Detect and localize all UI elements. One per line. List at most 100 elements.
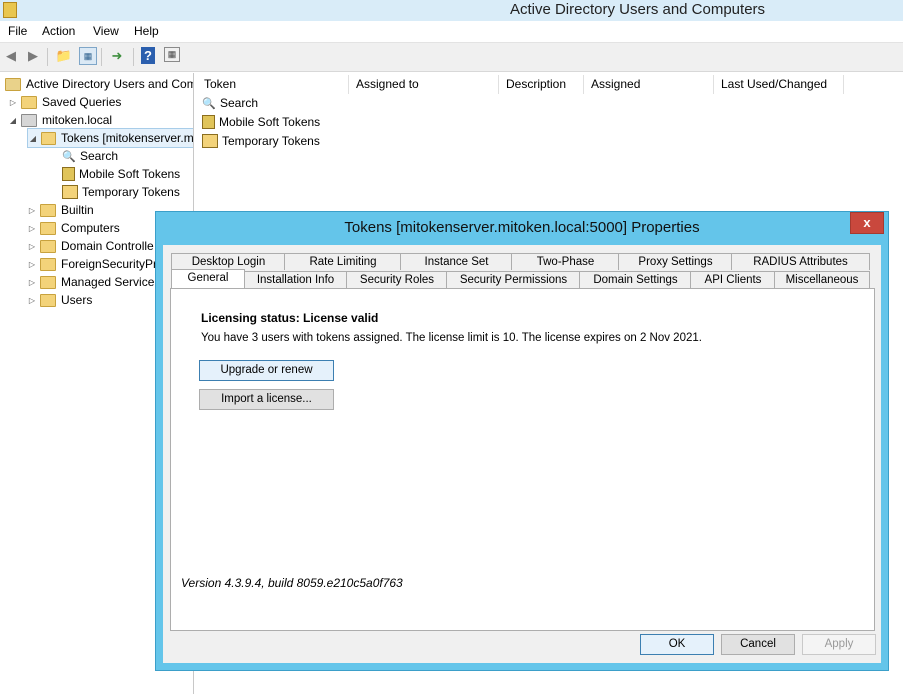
expand-arrow-icon[interactable]: ▷ — [27, 278, 37, 287]
export-list-icon[interactable]: ➜ — [108, 47, 126, 65]
tree-root-label: Active Directory Users and Com — [26, 77, 194, 91]
tab-general[interactable]: General — [171, 269, 245, 288]
help-icon[interactable]: ? — [141, 47, 155, 64]
tab-domain-settings[interactable]: Domain Settings — [579, 271, 692, 288]
title-bar: Active Directory Users and Computers — [0, 0, 903, 21]
mobile-token-icon — [202, 115, 215, 129]
menu-action[interactable]: Action — [42, 24, 75, 38]
tree-item-label: Search — [80, 149, 119, 163]
ok-button[interactable]: OK — [640, 634, 714, 655]
toolbar-separator — [47, 48, 48, 66]
upgrade-button[interactable]: Upgrade or renew — [199, 360, 334, 381]
tab-installation-info[interactable]: Installation Info — [243, 271, 348, 288]
tokens-folder-icon — [41, 131, 56, 145]
folder-icon — [21, 95, 37, 109]
search-icon: 🔍 — [202, 97, 216, 110]
dialog-title: Tokens [mitokenserver.mitoken.local:5000… — [344, 219, 700, 236]
tree-item-label: mitoken.local — [42, 113, 113, 127]
tree-item-label: Mobile Soft Tokens — [79, 167, 181, 181]
list-item-label: Search — [220, 96, 259, 110]
tab-radius-attributes[interactable]: RADIUS Attributes — [731, 253, 870, 270]
up-folder-icon[interactable]: 📁 — [55, 47, 73, 65]
tab-rate-limiting[interactable]: Rate Limiting — [284, 253, 402, 270]
tree-item-label: Saved Queries — [42, 95, 122, 109]
tree-item-foreign-security[interactable]: ▷ ForeignSecurityPr — [27, 255, 157, 273]
column-header-token[interactable]: Token — [196, 75, 349, 94]
folder-icon — [40, 203, 56, 217]
menu-help[interactable]: Help — [134, 24, 159, 38]
temporary-token-icon — [202, 134, 218, 148]
toolbar-separator — [101, 48, 102, 66]
folder-icon — [40, 221, 56, 235]
version-text: Version 4.3.9.4, build 8059.e210c5a0f763 — [181, 576, 403, 590]
collapse-arrow-icon[interactable]: ◢ — [28, 134, 38, 143]
adusers-icon — [5, 77, 21, 91]
properties-dialog: Tokens [mitokenserver.mitoken.local:5000… — [155, 211, 889, 671]
import-license-button[interactable]: Import a license... — [199, 389, 334, 410]
expand-arrow-icon[interactable]: ▷ — [27, 296, 37, 305]
tab-desktop-login[interactable]: Desktop Login — [171, 253, 286, 270]
cancel-button[interactable]: Cancel — [721, 634, 795, 655]
collapse-arrow-icon[interactable]: ◢ — [8, 116, 18, 125]
tab-security-roles[interactable]: Security Roles — [346, 271, 448, 288]
tree-item-label: Users — [61, 293, 93, 307]
expand-arrow-icon[interactable]: ▷ — [27, 206, 37, 215]
tab-miscellaneous[interactable]: Miscellaneous — [774, 271, 870, 288]
column-header-assigned-to[interactable]: Assigned to — [348, 75, 499, 94]
expand-arrow-icon[interactable]: ▷ — [27, 224, 37, 233]
tree-item-computers[interactable]: ▷ Computers — [27, 219, 120, 237]
tree-item-users[interactable]: ▷ Users — [27, 291, 92, 309]
tree-item-mobile-soft-tokens[interactable]: Mobile Soft Tokens — [62, 165, 180, 183]
mobile-token-icon — [62, 167, 75, 181]
tree-item-domain[interactable]: ◢ mitoken.local — [8, 111, 112, 129]
menu-file[interactable]: File — [8, 24, 27, 38]
expand-arrow-icon[interactable]: ▷ — [27, 260, 37, 269]
tree-item-managed-service[interactable]: ▷ Managed Service — [27, 273, 154, 291]
column-header-assigned[interactable]: Assigned — [583, 75, 714, 94]
tab-security-permissions[interactable]: Security Permissions — [446, 271, 581, 288]
tree-item-label: Domain Controlle — [61, 239, 154, 253]
tree-item-tokens[interactable]: ◢ Tokens [mitokenserver.m — [27, 128, 194, 148]
tree-item-temporary-tokens[interactable]: Temporary Tokens — [62, 183, 180, 201]
tree-item-label: Temporary Tokens — [82, 185, 180, 199]
menu-bar: File Action View Help — [0, 21, 903, 41]
window-title: Active Directory Users and Computers — [509, 1, 766, 18]
ou-folder-icon — [40, 239, 56, 253]
tree-item-saved-queries[interactable]: ▷ Saved Queries — [8, 93, 121, 111]
toolbar: ◀ ▶ 📁 ▦ ➜ ? ▦ — [0, 42, 903, 72]
tab-instance-set[interactable]: Instance Set — [400, 253, 513, 270]
list-item-search[interactable]: 🔍 Search — [202, 94, 258, 112]
tab-api-clients[interactable]: API Clients — [690, 271, 776, 288]
tree-item-label: Tokens [mitokenserver.m — [61, 131, 194, 145]
tree-item-label: Managed Service — [61, 275, 155, 289]
tree-item-label: Builtin — [61, 203, 94, 217]
tree-item-domain-controllers[interactable]: ▷ Domain Controlle — [27, 237, 154, 255]
show-hide-tree-icon[interactable]: ▦ — [79, 47, 97, 65]
tree-item-label: Computers — [61, 221, 120, 235]
column-header-last-used[interactable]: Last Used/Changed — [713, 75, 844, 94]
general-tab-panel: Licensing status: License valid You have… — [170, 288, 875, 631]
expand-arrow-icon[interactable]: ▷ — [8, 98, 18, 107]
tree-item-search[interactable]: 🔍 Search — [62, 147, 118, 165]
list-item-mobile-soft-tokens[interactable]: Mobile Soft Tokens — [202, 113, 320, 131]
list-item-label: Temporary Tokens — [222, 134, 320, 148]
folder-icon — [40, 257, 56, 271]
tree-item-label: ForeignSecurityPr — [61, 257, 158, 271]
menu-view[interactable]: View — [93, 24, 119, 38]
expand-arrow-icon[interactable]: ▷ — [27, 242, 37, 251]
list-item-temporary-tokens[interactable]: Temporary Tokens — [202, 132, 320, 150]
temporary-token-icon — [62, 185, 78, 199]
tree-item-builtin[interactable]: ▷ Builtin — [27, 201, 94, 219]
domain-icon — [21, 113, 37, 127]
back-arrow-icon[interactable]: ◀ — [2, 47, 20, 65]
tab-proxy-settings[interactable]: Proxy Settings — [618, 253, 733, 270]
tree-root[interactable]: Active Directory Users and Com — [3, 75, 194, 93]
properties-view-icon[interactable]: ▦ — [164, 47, 180, 62]
column-header-description[interactable]: Description — [498, 75, 584, 94]
apply-button[interactable]: Apply — [802, 634, 876, 655]
tab-two-phase[interactable]: Two-Phase — [511, 253, 620, 270]
close-button[interactable]: x — [850, 212, 884, 234]
search-icon: 🔍 — [62, 150, 76, 163]
forward-arrow-icon[interactable]: ▶ — [24, 47, 42, 65]
folder-icon — [40, 293, 56, 307]
